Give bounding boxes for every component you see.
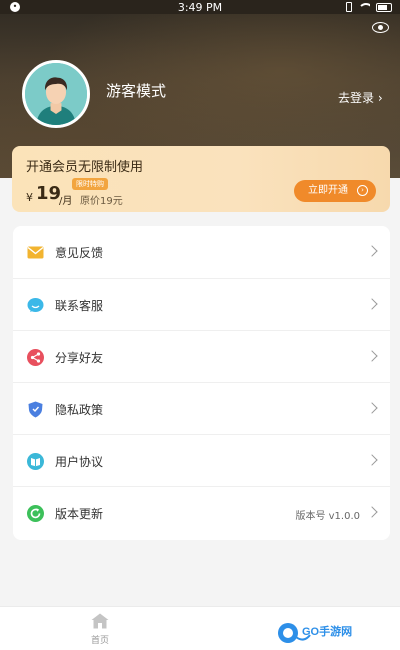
bottom-tab-bar: 首页 GO手游网 [0, 606, 400, 650]
tab-home[interactable]: 首页 [84, 613, 116, 649]
menu-label: 意见反馈 [55, 246, 104, 260]
menu-item-version-update[interactable]: 版本更新 版本号 v1.0.0 [13, 486, 390, 538]
chat-bubble-icon [27, 298, 44, 312]
open-vip-button[interactable]: 立即开通 › [294, 180, 376, 202]
menu-item-feedback[interactable]: 意见反馈 [13, 226, 390, 278]
watermark-text: GO手游网 [302, 624, 352, 638]
vip-price: 19 [36, 183, 62, 204]
menu-item-contact-service[interactable]: 联系客服 [13, 278, 390, 330]
shield-icon [28, 401, 43, 418]
menu-item-privacy-policy[interactable]: 隐私政策 [13, 382, 390, 434]
vibrate-icon [346, 2, 352, 12]
menu-item-share-friends[interactable]: 分享好友 [13, 330, 390, 382]
menu-label: 联系客服 [55, 299, 104, 313]
chevron-right-icon [366, 402, 378, 414]
menu-label: 用户协议 [55, 455, 104, 469]
tab-home-label: 首页 [90, 636, 109, 646]
avatar[interactable] [22, 60, 90, 128]
share-icon [27, 349, 44, 366]
status-icons [346, 2, 392, 12]
book-icon [27, 453, 44, 470]
avatar-person-icon [25, 63, 87, 125]
mail-icon [27, 246, 44, 259]
refresh-icon [27, 505, 44, 522]
battery-icon [376, 2, 392, 12]
guest-mode-label: 游客模式 [106, 82, 167, 100]
menu-item-user-agreement[interactable]: 用户协议 [13, 434, 390, 486]
open-vip-button-label: 立即开通 [308, 185, 348, 196]
chevron-right-icon [366, 506, 378, 518]
vip-original-price: 原价19元 [80, 196, 123, 207]
status-time: 3:49 PM [177, 1, 223, 14]
vip-currency: ¥ [26, 191, 33, 204]
home-icon [91, 613, 109, 629]
menu-label: 版本更新 [55, 507, 104, 521]
chevron-right-icon [366, 350, 378, 362]
vip-unit: /月 [59, 196, 73, 207]
settings-menu: 意见反馈 联系客服 分享好友 隐私政策 用户协议 版本更新 版本号 v1.0.0 [13, 226, 390, 540]
login-link[interactable]: 去登录 › [338, 89, 383, 106]
go-logo-icon: GO手游网 [278, 623, 352, 643]
vip-card[interactable]: 开通会员无限制使用 限时特购 ¥ 19 /月 原价19元 立即开通 › [12, 146, 390, 212]
wifi-icon [358, 2, 370, 12]
vip-limited-badge: 限时特购 [72, 178, 108, 190]
arrow-circle-icon: › [357, 185, 368, 196]
menu-label: 分享好友 [55, 351, 104, 365]
chevron-right-icon [366, 298, 378, 310]
menu-label: 隐私政策 [55, 403, 104, 417]
vip-title: 开通会员无限制使用 [26, 160, 144, 175]
chevron-right-icon [366, 454, 378, 466]
watermark-logo: GO手游网 [276, 617, 362, 647]
status-bar: • 3:49 PM [0, 0, 400, 14]
eye-icon[interactable] [372, 22, 389, 33]
chevron-right-icon [366, 245, 378, 257]
version-number: 版本号 v1.0.0 [295, 511, 360, 522]
